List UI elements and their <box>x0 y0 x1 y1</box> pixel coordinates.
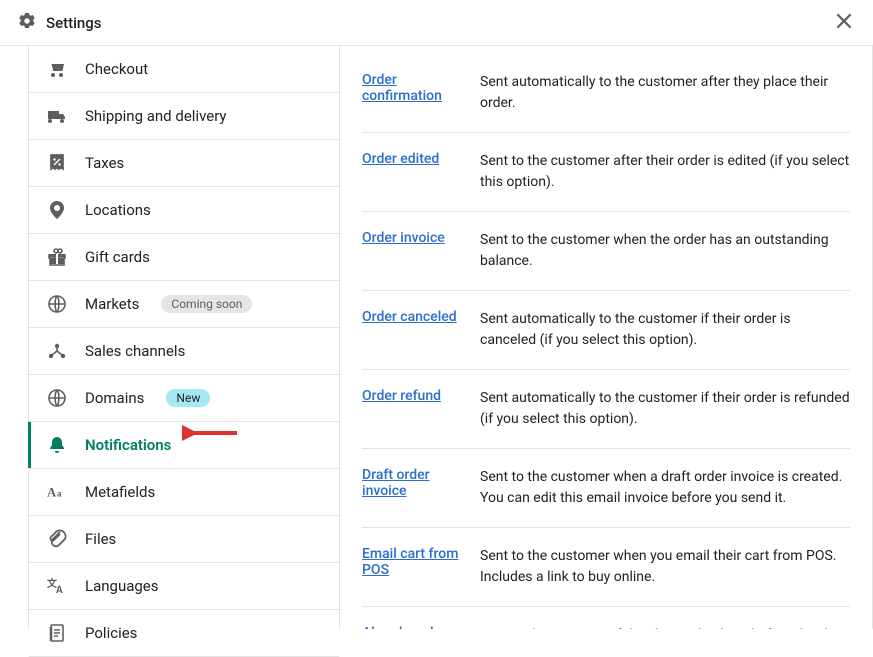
notification-title: Order refund <box>362 388 462 404</box>
cart-icon <box>47 59 67 79</box>
globe-icon <box>47 388 67 408</box>
channels-icon <box>47 341 67 361</box>
sidebar-item-markets[interactable]: Markets Coming soon <box>29 281 339 328</box>
notification-title: Order confirmation <box>362 72 462 104</box>
gift-icon <box>47 247 67 267</box>
notification-row: Abandoned checkout Sent to the customer i… <box>362 607 850 629</box>
sidebar-item-gift-cards[interactable]: Gift cards <box>29 234 339 281</box>
languages-icon: 文A <box>47 576 67 596</box>
notification-row: Draft order invoice Sent to the customer … <box>362 449 850 528</box>
sidebar-item-label: Notifications <box>85 436 171 454</box>
sidebar-item-languages[interactable]: 文A Languages <box>29 563 339 610</box>
sidebar-item-taxes[interactable]: Taxes <box>29 140 339 187</box>
page-title: Settings <box>46 14 102 32</box>
sidebar-item-label: Taxes <box>85 154 124 172</box>
truck-icon <box>47 106 67 126</box>
notification-link[interactable]: Order refund <box>362 388 441 404</box>
notification-desc: Sent automatically to the customer if th… <box>480 309 850 351</box>
notification-link[interactable]: Abandoned checkout <box>362 625 434 629</box>
svg-text:A: A <box>56 585 63 596</box>
topbar: Settings <box>0 0 873 46</box>
notification-row: Order canceled Sent automatically to the … <box>362 291 850 370</box>
sidebar-item-label: Policies <box>85 624 137 642</box>
sidebar-item-domains[interactable]: Domains New <box>29 375 339 422</box>
notification-title: Order edited <box>362 151 462 167</box>
notification-link[interactable]: Order invoice <box>362 230 445 246</box>
sidebar-item-checkout[interactable]: Checkout <box>29 46 339 93</box>
notification-list: Order confirmation Sent automatically to … <box>340 46 872 629</box>
sidebar: Checkout Shipping and delivery Taxes Locati… <box>28 46 340 629</box>
notification-row: Email cart from POS Sent to the customer … <box>362 528 850 607</box>
sidebar-item-sales-channels[interactable]: Sales channels <box>29 328 339 375</box>
sidebar-item-label: Markets <box>85 295 139 313</box>
sidebar-item-label: Locations <box>85 201 151 219</box>
svg-text:a: a <box>57 489 62 499</box>
sidebar-item-label: Shipping and delivery <box>85 107 227 125</box>
sidebar-item-notifications[interactable]: Notifications <box>29 422 339 469</box>
sidebar-item-locations[interactable]: Locations <box>29 187 339 234</box>
notification-row: Order invoice Sent to the customer when t… <box>362 212 850 291</box>
sidebar-item-policies[interactable]: Policies <box>29 610 339 657</box>
notification-link[interactable]: Order edited <box>362 151 439 167</box>
notification-link[interactable]: Order confirmation <box>362 72 442 104</box>
notification-link[interactable]: Order canceled <box>362 309 457 325</box>
badge: New <box>166 389 210 407</box>
notification-desc: Sent to the customer after their order i… <box>480 151 850 193</box>
globe-icon <box>47 294 67 314</box>
notification-row: Order confirmation Sent automatically to … <box>362 64 850 133</box>
notification-link[interactable]: Email cart from POS <box>362 546 458 578</box>
taxes-icon <box>47 153 67 173</box>
notification-desc: Sent to the customer if they leave check… <box>480 625 850 629</box>
sidebar-item-metafields[interactable]: Aa Metafields <box>29 469 339 516</box>
notification-title: Order invoice <box>362 230 462 246</box>
notification-title: Order canceled <box>362 309 462 325</box>
svg-text:A: A <box>47 486 57 500</box>
sidebar-item-label: Metafields <box>85 483 155 501</box>
notification-title: Draft order invoice <box>362 467 462 499</box>
policies-icon <box>47 623 67 643</box>
gear-icon <box>18 12 36 34</box>
notification-link[interactable]: Draft order invoice <box>362 467 430 499</box>
notification-desc: Sent to the customer when you email thei… <box>480 546 850 588</box>
sidebar-item-label: Checkout <box>85 60 148 78</box>
notification-title: Email cart from POS <box>362 546 462 578</box>
sidebar-item-label: Files <box>85 530 116 548</box>
bell-icon <box>47 435 67 455</box>
sidebar-item-label: Sales channels <box>85 342 185 360</box>
topbar-left: Settings <box>18 12 102 34</box>
sidebar-item-label: Languages <box>85 577 159 595</box>
notification-desc: Sent to the customer when the order has … <box>480 230 850 272</box>
sidebar-item-shipping-and-delivery[interactable]: Shipping and delivery <box>29 93 339 140</box>
notification-row: Order edited Sent to the customer after t… <box>362 133 850 212</box>
notification-desc: Sent automatically to the customer after… <box>480 72 850 114</box>
close-icon[interactable] <box>833 10 855 36</box>
notification-desc: Sent to the customer when a draft order … <box>480 467 850 509</box>
files-icon <box>47 529 67 549</box>
sidebar-item-files[interactable]: Files <box>29 516 339 563</box>
layout: Checkout Shipping and delivery Taxes Locati… <box>0 46 873 629</box>
notification-desc: Sent automatically to the customer if th… <box>480 388 850 430</box>
metafields-icon: Aa <box>47 482 67 502</box>
sidebar-item-label: Domains <box>85 389 144 407</box>
main: Order confirmation Sent automatically to … <box>340 46 873 629</box>
notification-row: Order refund Sent automatically to the cu… <box>362 370 850 449</box>
notification-title: Abandoned checkout <box>362 625 462 629</box>
sidebar-item-label: Gift cards <box>85 248 150 266</box>
badge: Coming soon <box>161 295 252 313</box>
pin-icon <box>47 200 67 220</box>
